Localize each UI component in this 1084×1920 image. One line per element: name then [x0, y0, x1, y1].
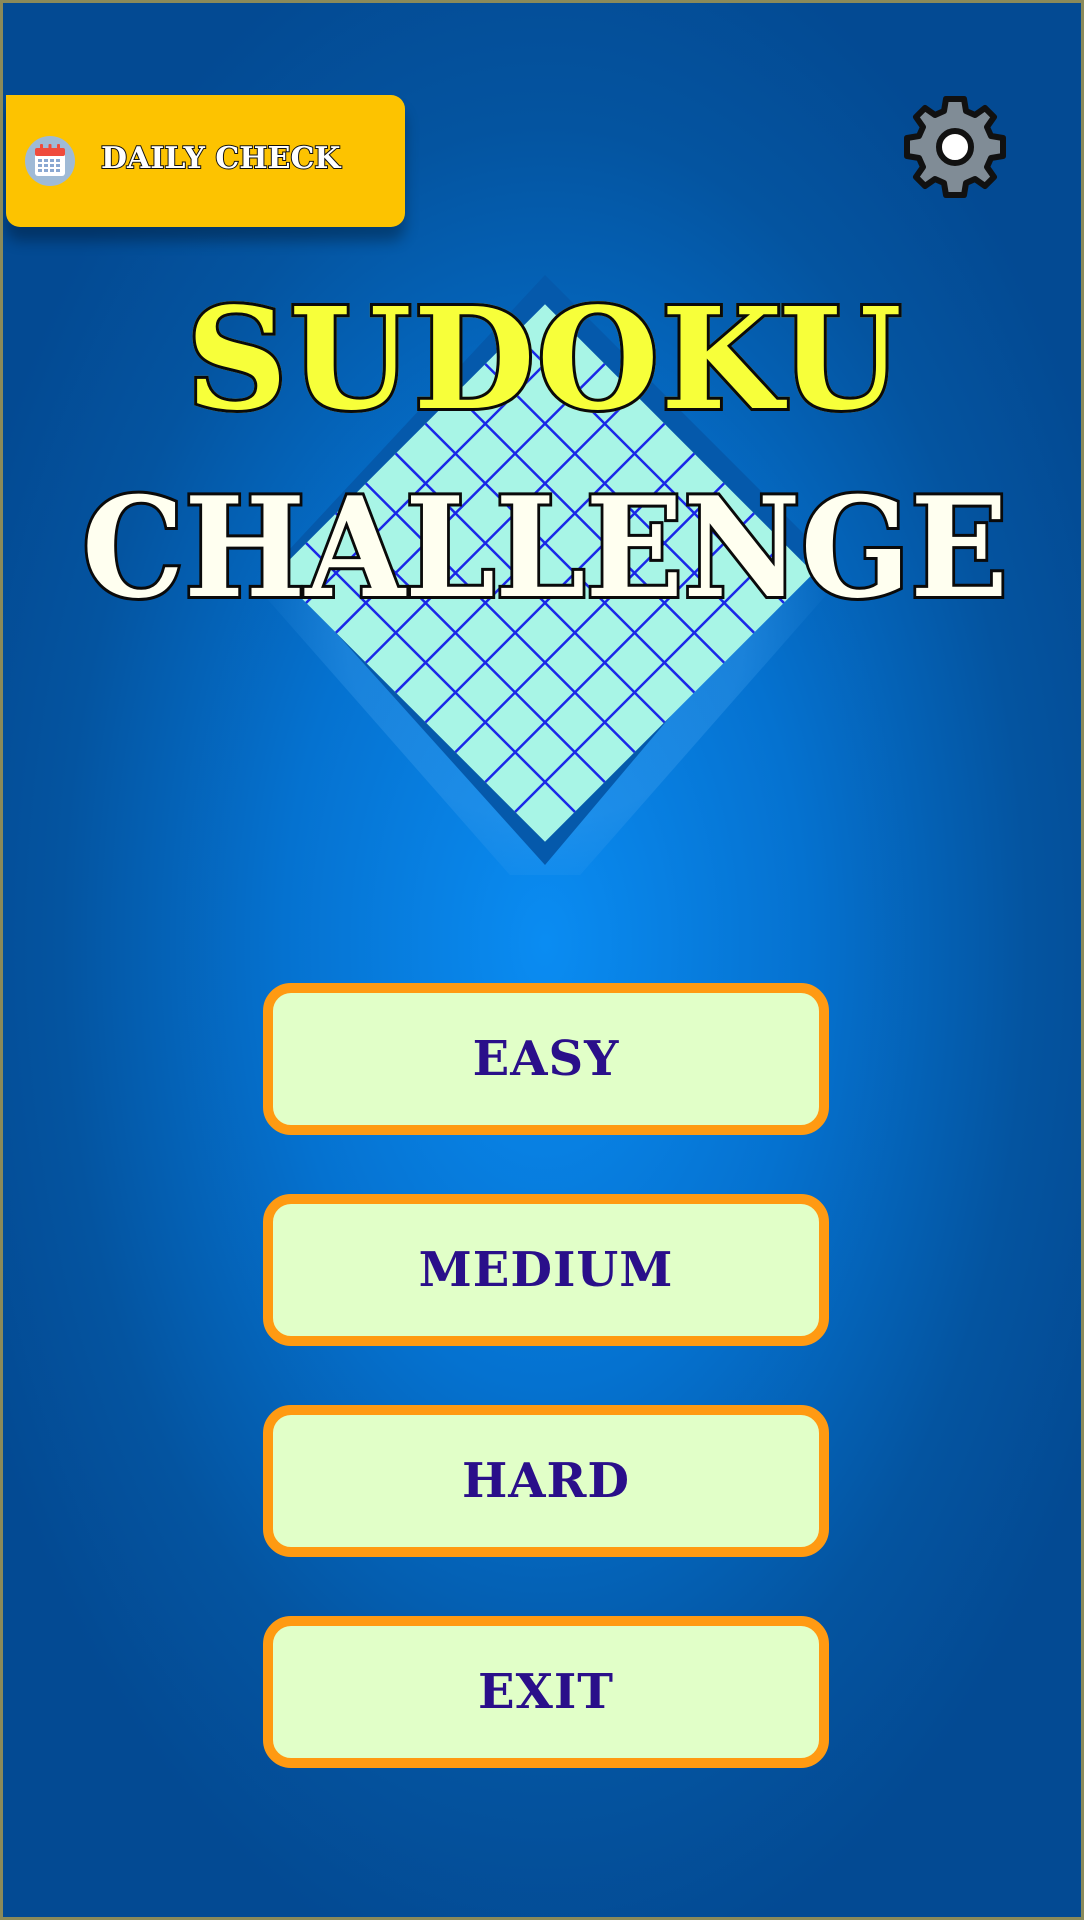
main-menu-screen: DAILY CHECK SUDOKU CHALLENGE EASY MEDIUM…: [0, 0, 1084, 1920]
medium-button[interactable]: MEDIUM: [263, 1194, 829, 1346]
hard-button[interactable]: HARD: [263, 1405, 829, 1557]
daily-check-button[interactable]: DAILY CHECK: [6, 95, 405, 227]
medium-button-label: MEDIUM: [418, 1242, 674, 1298]
easy-button-label: EASY: [472, 1031, 620, 1087]
title-challenge: CHALLENGE: [79, 466, 1011, 629]
daily-check-label: DAILY CHECK: [100, 140, 341, 177]
hard-button-label: HARD: [461, 1453, 631, 1509]
easy-button[interactable]: EASY: [263, 983, 829, 1135]
gear-icon[interactable]: [903, 95, 1007, 199]
exit-button[interactable]: EXIT: [263, 1616, 829, 1768]
exit-button-label: EXIT: [478, 1664, 614, 1720]
calendar-icon: [25, 136, 75, 186]
title-sudoku: SUDOKU: [3, 282, 1081, 438]
